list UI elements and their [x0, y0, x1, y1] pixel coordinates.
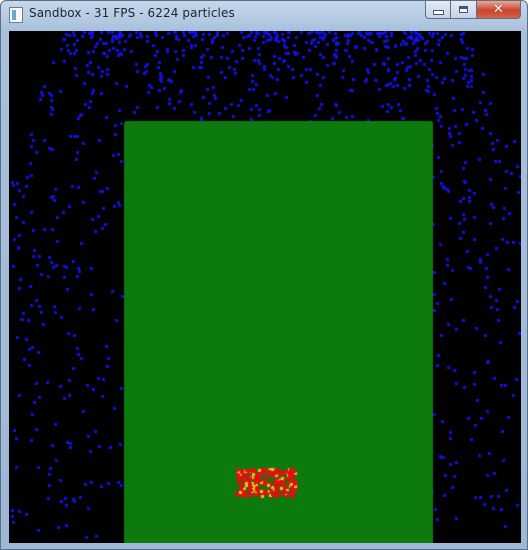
- maximize-icon: [459, 6, 468, 13]
- close-icon: ✕: [493, 2, 504, 17]
- particle-canvas[interactable]: [9, 31, 521, 543]
- maximize-button[interactable]: [451, 1, 477, 19]
- close-button[interactable]: ✕: [477, 1, 521, 19]
- sandbox-canvas-area[interactable]: [9, 31, 521, 543]
- window-title: Sandbox - 31 FPS - 6224 particles: [29, 6, 235, 20]
- minimize-icon: [432, 10, 444, 15]
- title-bar[interactable]: Sandbox - 31 FPS - 6224 particles ✕: [1, 1, 527, 31]
- app-icon[interactable]: [9, 7, 23, 23]
- window-controls: ✕: [425, 1, 521, 21]
- app-window: Sandbox - 31 FPS - 6224 particles ✕: [0, 0, 528, 550]
- minimize-button[interactable]: [425, 1, 451, 19]
